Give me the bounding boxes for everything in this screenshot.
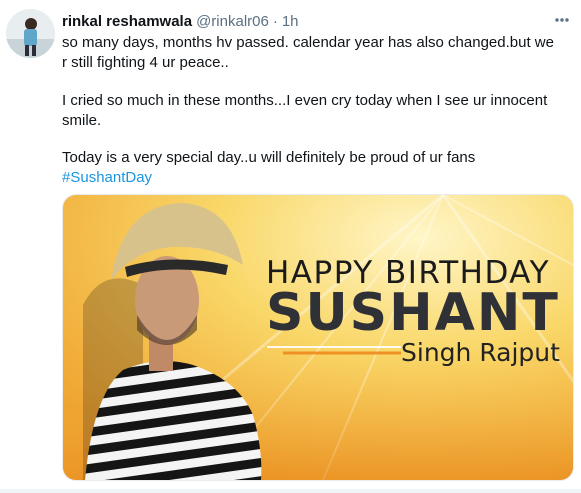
tweet-text-paragraph-2: I cried so much in these months...I even… <box>62 92 548 129</box>
more-options-icon[interactable] <box>552 10 572 30</box>
tweet-text-paragraph-3: Today is a very special day..u will defi… <box>62 149 476 166</box>
tweet-card[interactable]: rinkal reshamwala @rinkalr06 · 1h so man… <box>0 0 581 493</box>
banner-line-surname: Singh Rajput <box>401 338 560 367</box>
timestamp[interactable]: 1h <box>282 13 299 30</box>
display-name[interactable]: rinkal reshamwala <box>62 13 192 30</box>
user-handle[interactable]: @rinkalr06 <box>196 13 269 30</box>
tweet-header: rinkal reshamwala @rinkalr06 · 1h <box>62 11 299 31</box>
tweet-text-paragraph-1: so many days, months hv passed. calendar… <box>62 34 554 71</box>
tweet-media-image[interactable]: HAPPY BIRTHDAY SUSHANT Singh Rajput <box>62 194 574 481</box>
tweet-divider <box>0 489 581 493</box>
banner-line-name: SUSHANT <box>266 283 560 343</box>
separator-dot: · <box>272 12 278 30</box>
avatar[interactable] <box>6 9 55 58</box>
hashtag-link[interactable]: #SushantDay <box>62 168 152 188</box>
